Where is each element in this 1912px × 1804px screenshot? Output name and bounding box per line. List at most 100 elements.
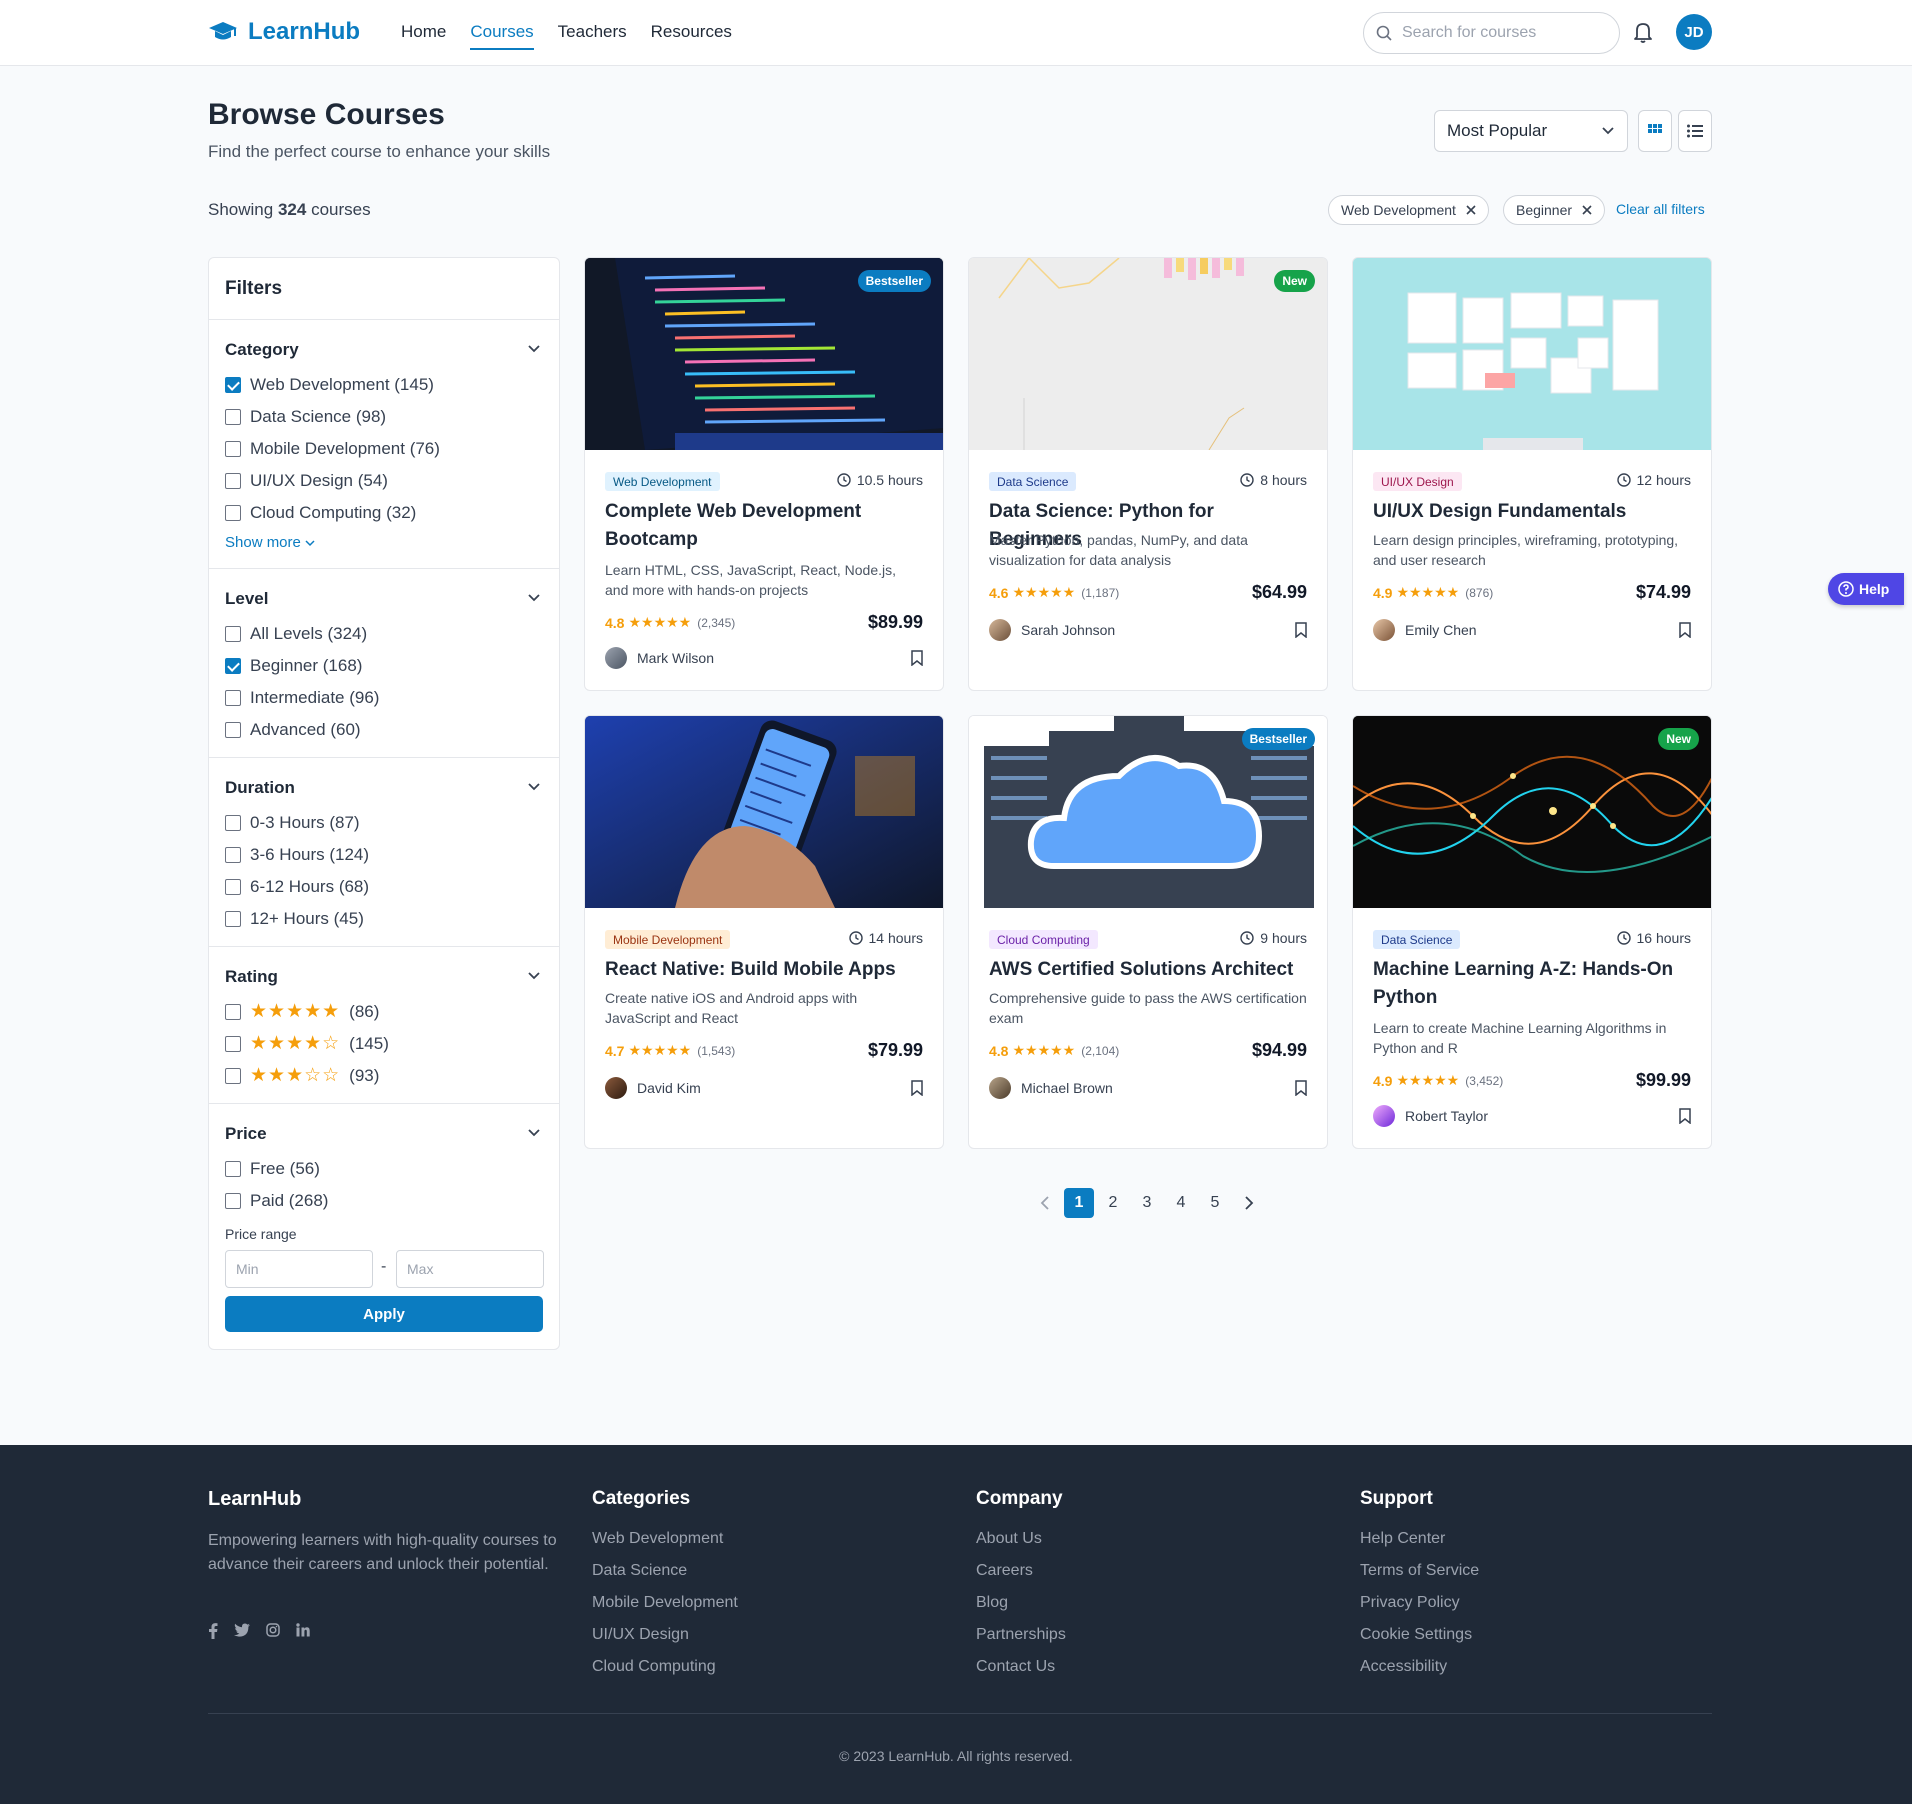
checkbox[interactable] (225, 1067, 241, 1084)
bookmark-icon[interactable] (911, 1080, 923, 1096)
category-option[interactable]: Web Development (145) (225, 375, 434, 395)
chevron-down-icon[interactable] (527, 971, 541, 981)
course-title[interactable]: Machine Learning A-Z: Hands-On Python (1373, 956, 1691, 1012)
show-more-link[interactable]: Show more (225, 534, 315, 551)
facebook-icon[interactable] (208, 1623, 218, 1639)
level-option[interactable]: Advanced (60) (225, 720, 361, 740)
page-button[interactable]: 5 (1200, 1188, 1230, 1218)
checkbox[interactable] (225, 626, 241, 642)
clear-filters-link[interactable]: Clear all filters (1616, 201, 1705, 217)
footer-link[interactable]: Cloud Computing (592, 1658, 738, 1690)
footer-link[interactable]: Partnerships (976, 1626, 1066, 1658)
prev-page-button[interactable] (1030, 1188, 1060, 1218)
footer-link[interactable]: Help Center (1360, 1530, 1479, 1562)
checkbox[interactable] (225, 722, 241, 738)
duration-option[interactable]: 12+ Hours (45) (225, 909, 364, 929)
course-card[interactable]: Mobile Development 14 hours React Native… (584, 715, 944, 1149)
checkbox[interactable] (225, 377, 241, 393)
footer-link[interactable]: Careers (976, 1562, 1066, 1594)
list-view-button[interactable] (1678, 110, 1712, 152)
checkbox[interactable] (225, 911, 241, 927)
footer-link[interactable]: About Us (976, 1530, 1066, 1562)
price-option[interactable]: Free (56) (225, 1159, 320, 1179)
course-title[interactable]: AWS Certified Solutions Architect (989, 956, 1307, 984)
bookmark-icon[interactable] (1295, 622, 1307, 638)
checkbox[interactable] (225, 473, 241, 489)
price-option[interactable]: Paid (268) (225, 1191, 328, 1211)
price-min-input[interactable] (225, 1250, 373, 1288)
rating-title[interactable]: Rating (225, 967, 278, 987)
category-option[interactable]: Cloud Computing (32) (225, 503, 416, 523)
price-title[interactable]: Price (225, 1124, 267, 1144)
rating-option[interactable]: ★★★☆☆ (93) (225, 1064, 379, 1087)
checkbox[interactable] (225, 441, 241, 457)
bell-icon[interactable] (1632, 20, 1654, 44)
page-button[interactable]: 1 (1064, 1188, 1094, 1218)
footer-link[interactable]: Cookie Settings (1360, 1626, 1479, 1658)
rating-option[interactable]: ★★★★☆ (145) (225, 1032, 389, 1055)
checkbox[interactable] (225, 847, 241, 863)
close-icon[interactable] (1582, 205, 1592, 215)
checkbox[interactable] (225, 658, 241, 674)
bookmark-icon[interactable] (1679, 1108, 1691, 1124)
next-page-button[interactable] (1234, 1188, 1264, 1218)
category-option[interactable]: Data Science (98) (225, 407, 386, 427)
footer-link[interactable]: Terms of Service (1360, 1562, 1479, 1594)
course-card[interactable]: Bestseller Cloud Computing 9 hours AWS C… (968, 715, 1328, 1149)
course-title[interactable]: Complete Web Development Bootcamp (605, 498, 923, 554)
search-input[interactable] (1402, 24, 1602, 42)
rating-option[interactable]: ★★★★★ (86) (225, 1000, 379, 1023)
chevron-down-icon[interactable] (527, 593, 541, 603)
course-card[interactable]: Bestseller Web Development 10.5 hours Co… (584, 257, 944, 691)
level-option[interactable]: All Levels (324) (225, 624, 367, 644)
checkbox[interactable] (225, 815, 241, 831)
level-title[interactable]: Level (225, 589, 268, 609)
bookmark-icon[interactable] (911, 650, 923, 666)
checkbox[interactable] (225, 690, 241, 706)
course-card[interactable]: New Data Science 8 hours Data Science: P… (968, 257, 1328, 691)
category-title[interactable]: Category (225, 340, 299, 360)
checkbox[interactable] (225, 409, 241, 425)
category-option[interactable]: UI/UX Design (54) (225, 471, 388, 491)
chevron-down-icon[interactable] (527, 1128, 541, 1138)
category-option[interactable]: Mobile Development (76) (225, 439, 440, 459)
checkbox[interactable] (225, 879, 241, 895)
nav-courses[interactable]: Courses (470, 22, 534, 50)
footer-link[interactable]: Privacy Policy (1360, 1594, 1479, 1626)
course-card[interactable]: UI/UX Design 12 hours UI/UX Design Funda… (1352, 257, 1712, 691)
apply-button[interactable]: Apply (225, 1296, 543, 1332)
bookmark-icon[interactable] (1295, 1080, 1307, 1096)
chevron-down-icon[interactable] (527, 344, 541, 354)
brand-logo[interactable]: LearnHub (208, 18, 360, 46)
checkbox[interactable] (225, 1035, 241, 1052)
page-button[interactable]: 2 (1098, 1188, 1128, 1218)
footer-link[interactable]: UI/UX Design (592, 1626, 738, 1658)
nav-home[interactable]: Home (401, 22, 446, 50)
footer-link[interactable]: Data Science (592, 1562, 738, 1594)
price-max-input[interactable] (396, 1250, 544, 1288)
duration-option[interactable]: 3-6 Hours (124) (225, 845, 369, 865)
footer-link[interactable]: Web Development (592, 1530, 738, 1562)
footer-link[interactable]: Blog (976, 1594, 1066, 1626)
checkbox[interactable] (225, 1161, 241, 1177)
duration-option[interactable]: 0-3 Hours (87) (225, 813, 360, 833)
chevron-down-icon[interactable] (527, 782, 541, 792)
course-title[interactable]: React Native: Build Mobile Apps (605, 956, 923, 984)
footer-link[interactable]: Contact Us (976, 1658, 1066, 1690)
page-button[interactable]: 3 (1132, 1188, 1162, 1218)
footer-link[interactable]: Accessibility (1360, 1658, 1479, 1690)
level-option[interactable]: Beginner (168) (225, 656, 362, 676)
checkbox[interactable] (225, 1193, 241, 1209)
twitter-icon[interactable] (234, 1623, 250, 1637)
checkbox[interactable] (225, 1003, 241, 1020)
level-option[interactable]: Intermediate (96) (225, 688, 379, 708)
grid-view-button[interactable] (1638, 110, 1672, 152)
course-card[interactable]: New Data Science 16 hours Machine Learni… (1352, 715, 1712, 1149)
sort-select[interactable]: Most Popular (1434, 110, 1628, 152)
nav-resources[interactable]: Resources (651, 22, 732, 50)
duration-option[interactable]: 6-12 Hours (68) (225, 877, 369, 897)
footer-link[interactable]: Mobile Development (592, 1594, 738, 1626)
nav-teachers[interactable]: Teachers (558, 22, 627, 50)
help-button[interactable]: Help (1828, 573, 1904, 605)
user-avatar[interactable]: JD (1676, 14, 1712, 50)
